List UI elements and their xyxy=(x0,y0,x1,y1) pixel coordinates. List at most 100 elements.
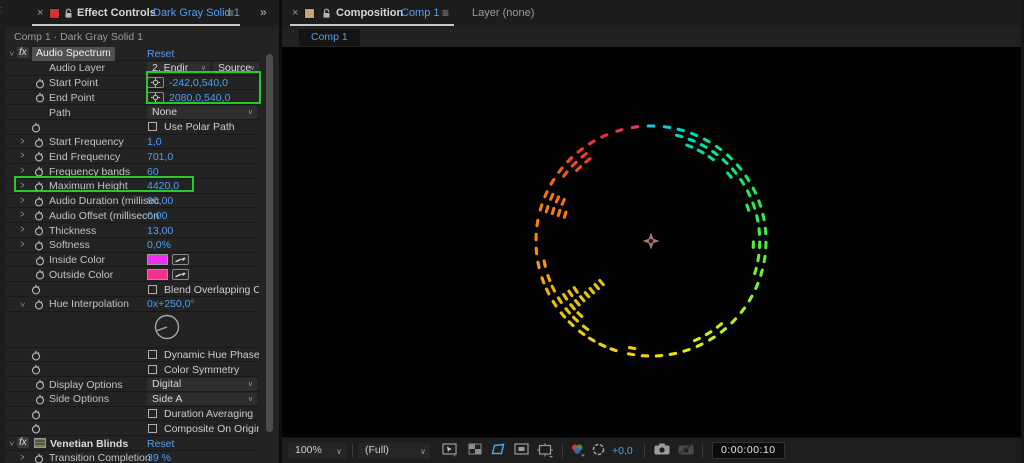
comp-color-swatch[interactable] xyxy=(304,8,315,19)
always-preview-icon[interactable] xyxy=(442,443,458,461)
scrollbar[interactable] xyxy=(266,54,273,432)
transparency-grid-icon[interactable] xyxy=(468,443,482,458)
dropdown-value: Source xyxy=(218,61,252,74)
chevron-down-icon[interactable]: > xyxy=(7,441,16,446)
stopwatch-icon[interactable] xyxy=(34,453,44,463)
reset-button[interactable]: Reset xyxy=(147,438,174,450)
magnification-dropdown[interactable]: 100% ∨ xyxy=(288,443,346,459)
effect-name[interactable]: Venetian Blinds xyxy=(50,438,128,450)
expander-icon[interactable]: > xyxy=(20,238,24,250)
spectrum-dash xyxy=(575,165,583,173)
chevron-down-icon[interactable]: > xyxy=(18,302,27,307)
dropdown-side-options[interactable]: Side A ∨ xyxy=(147,392,257,406)
property-value[interactable]: 39 % xyxy=(147,452,171,463)
resolution-dropdown[interactable]: (Full) ∨ xyxy=(358,443,430,459)
dropdown-display-options[interactable]: Digital ∨ xyxy=(147,378,257,391)
expander-icon[interactable]: > xyxy=(20,194,24,206)
checkbox-blend-overlapping-c[interactable] xyxy=(148,284,157,294)
spectrum-dash xyxy=(626,352,636,357)
eyedropper-button[interactable] xyxy=(172,268,189,280)
reset-button[interactable]: Reset xyxy=(147,48,174,60)
effect-point-anchor[interactable] xyxy=(642,232,660,250)
property-value[interactable]: 701,0 xyxy=(147,151,173,163)
spectrum-dash xyxy=(751,201,757,210)
timecode-display[interactable]: 0:00:00:10 xyxy=(712,442,785,459)
chevron-down-icon[interactable]: > xyxy=(7,51,16,56)
property-row-use-polar-path: Use Polar Path xyxy=(6,120,259,135)
exposure-value[interactable]: +0,0 xyxy=(612,445,633,457)
grid-guides-icon[interactable] xyxy=(537,443,554,461)
layer-color-swatch[interactable] xyxy=(49,8,60,19)
color-swatch[interactable] xyxy=(147,254,168,265)
spectrum-dash xyxy=(564,307,572,315)
spectrum-dash xyxy=(557,166,564,174)
viewer-tab-comp1[interactable]: Comp 1 xyxy=(299,29,360,46)
toolbar-divider xyxy=(562,444,563,458)
property-value[interactable]: 0,00 xyxy=(147,210,167,222)
spectrum-dash xyxy=(759,268,764,277)
expander-icon[interactable]: > xyxy=(20,135,24,147)
composition-viewer[interactable] xyxy=(282,47,1021,437)
panel-overflow-icon[interactable]: » xyxy=(260,5,267,19)
effect-name-selected[interactable]: Audio Spectrum xyxy=(32,46,115,61)
lock-icon[interactable] xyxy=(64,8,73,22)
close-icon[interactable]: × xyxy=(37,7,43,19)
spectrum-dash xyxy=(747,294,754,303)
checkbox-composite-on-origin[interactable] xyxy=(148,423,157,433)
checkbox-dynamic-hue-phase[interactable] xyxy=(148,350,157,359)
tab-layer[interactable]: Layer (none) xyxy=(472,7,534,19)
panel-title[interactable]: Effect Controls xyxy=(77,7,156,19)
close-icon[interactable]: × xyxy=(292,7,298,19)
lock-icon[interactable] xyxy=(322,8,331,22)
point-picker-button[interactable] xyxy=(147,91,164,103)
after-effects-window: : × Effect Controls Dark Gray Solid 1 ≡ … xyxy=(0,0,1024,463)
expander-icon[interactable]: > xyxy=(20,451,24,463)
mask-visibility-icon[interactable] xyxy=(490,443,506,459)
dropdown-audio-layer[interactable]: 2. Endir ∨ xyxy=(147,61,210,75)
property-value[interactable]: 60 xyxy=(147,166,159,178)
checkbox-duration-averaging[interactable] xyxy=(148,409,157,418)
exposure-aperture-icon[interactable] xyxy=(592,443,605,459)
show-channels-icon[interactable] xyxy=(570,443,586,460)
checkbox-label: Duration Averaging xyxy=(164,408,254,420)
snapshot-camera-icon[interactable] xyxy=(654,443,670,458)
color-swatch[interactable] xyxy=(147,268,168,280)
spectrum-dash xyxy=(702,137,711,144)
property-row-venetian-blinds: > fx Venetian Blinds Reset xyxy=(6,436,259,451)
property-value[interactable]: 0,0% xyxy=(147,239,171,251)
property-value[interactable]: 2080,0,540,0 xyxy=(169,92,230,104)
expander-icon[interactable]: > xyxy=(20,179,24,191)
property-value[interactable]: 13,00 xyxy=(147,225,173,237)
expander-icon[interactable]: > xyxy=(20,224,24,236)
expander-icon[interactable]: > xyxy=(20,165,24,177)
eyedropper-button[interactable] xyxy=(172,254,189,265)
region-of-interest-icon[interactable] xyxy=(514,443,529,458)
expander-icon[interactable]: > xyxy=(20,209,24,221)
dropdown-source[interactable]: Source ∨ xyxy=(213,61,259,75)
expander-icon[interactable]: > xyxy=(20,150,24,162)
property-row-audio-spectrum: > fx Audio Spectrum Reset xyxy=(6,46,259,61)
panel-title[interactable]: Composition xyxy=(336,7,403,19)
point-picker-button[interactable] xyxy=(147,77,164,88)
fx-badge[interactable]: fx xyxy=(17,47,29,58)
checkbox-use-polar-path[interactable] xyxy=(148,122,157,132)
property-value[interactable]: 0x+250,0° xyxy=(147,298,195,310)
fx-badge[interactable]: fx xyxy=(17,437,29,448)
dropdown-path[interactable]: None ∨ xyxy=(147,106,257,119)
show-snapshot-icon[interactable] xyxy=(678,443,694,458)
property-value[interactable]: 4420,0 xyxy=(147,180,179,192)
effect-controls-panel: × Effect Controls Dark Gray Solid 1 ≡ » … xyxy=(6,0,279,463)
spectrum-dash xyxy=(744,174,751,183)
spectrum-dash xyxy=(756,253,761,263)
spectrum-dash xyxy=(708,335,716,342)
checkbox-color-symmetry[interactable] xyxy=(148,364,157,374)
property-label: Side Options xyxy=(49,393,110,406)
spectrum-dash xyxy=(566,156,574,164)
spectrum-dash xyxy=(730,167,738,175)
panel-menu-icon[interactable]: ≡ xyxy=(227,6,234,20)
property-value[interactable]: 1,0 xyxy=(147,136,162,148)
hue-dial[interactable] xyxy=(154,314,182,345)
panel-menu-icon[interactable]: ≡ xyxy=(442,6,449,20)
property-value[interactable]: -242,0,540,0 xyxy=(169,77,228,89)
property-value[interactable]: 90,00 xyxy=(147,195,173,207)
